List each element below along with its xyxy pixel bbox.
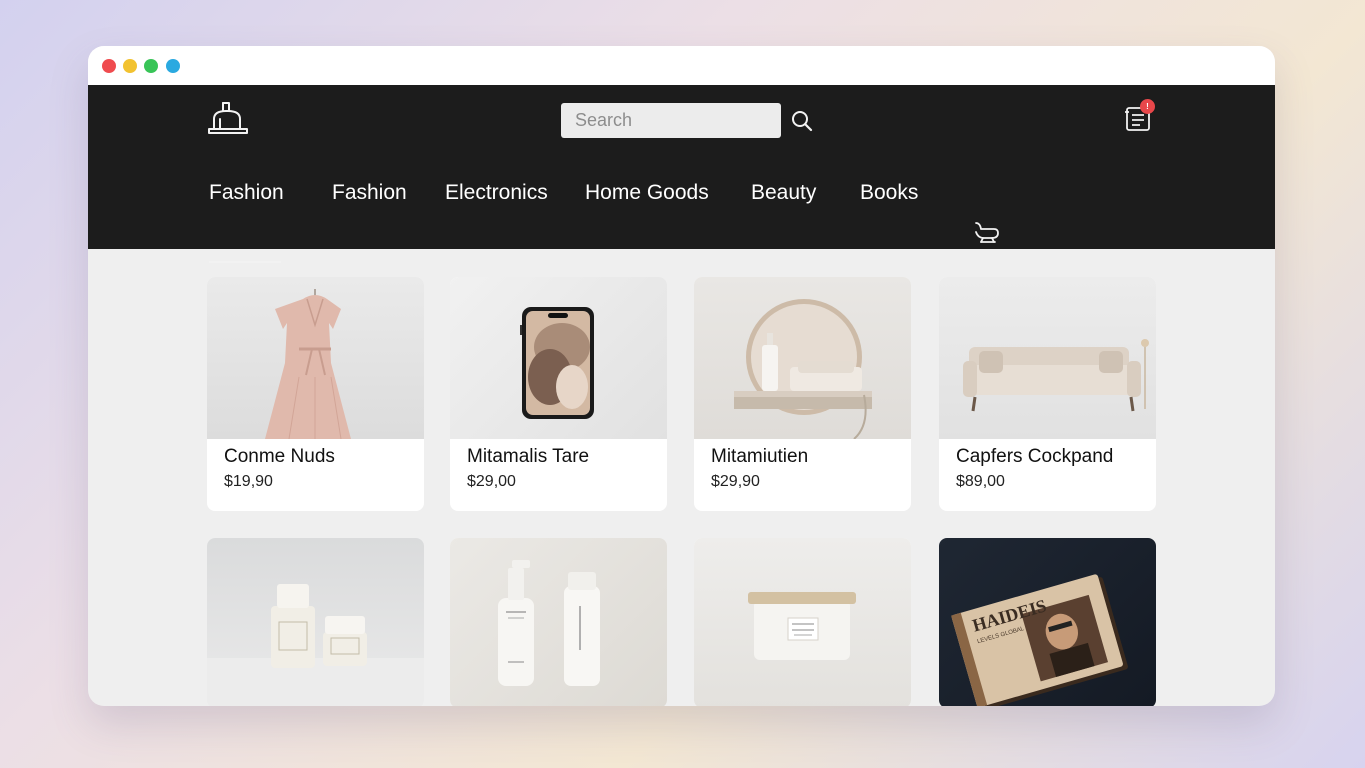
title-bar	[88, 46, 1275, 85]
product-image-bottles	[450, 538, 667, 706]
nav-tab-books[interactable]: Books	[860, 181, 918, 205]
product-price: $89,00	[956, 473, 1005, 490]
cart-badge: !	[1140, 99, 1155, 114]
browser-window: ! Fashion Fashion Electronics Home Goods…	[88, 46, 1275, 706]
site-header: ! Fashion Fashion Electronics Home Goods…	[88, 85, 1275, 263]
active-tab-indicator	[209, 261, 281, 263]
more-categories-icon[interactable]	[972, 219, 1002, 245]
product-card[interactable]	[450, 538, 667, 706]
nav-tab-beauty[interactable]: Beauty	[751, 181, 816, 205]
product-card[interactable]	[207, 538, 424, 706]
store-logo-icon[interactable]	[206, 99, 250, 139]
product-info: Conme Nuds $19,90	[207, 439, 424, 511]
nav-tab-electronics[interactable]: Electronics	[445, 181, 548, 205]
product-name: Mitamalis Tare	[467, 446, 590, 467]
nav-tab-fashion[interactable]: Fashion	[332, 181, 407, 205]
product-image-jars	[207, 538, 424, 706]
product-image-vanity	[694, 277, 911, 439]
nav-tab-fashion-active[interactable]: Fashion	[209, 181, 284, 205]
product-image-dress	[207, 277, 424, 439]
product-image-candle	[694, 538, 911, 706]
extra-window-button[interactable]	[166, 59, 180, 73]
product-card[interactable]: Capfers Cockpand $89,00	[939, 277, 1156, 511]
product-card[interactable]: Conme Nuds $19,90	[207, 277, 424, 511]
product-card[interactable]: Mitamiutien $29,90	[694, 277, 911, 511]
product-info: Capfers Cockpand $89,00	[939, 439, 1156, 511]
maximize-window-button[interactable]	[144, 59, 158, 73]
product-card[interactable]	[694, 538, 911, 706]
product-price: $29,00	[467, 473, 516, 490]
product-price: $19,90	[224, 473, 273, 490]
product-image-sofa	[939, 277, 1156, 439]
product-image-book: HAIDEIS LEVELS GLOBAL	[939, 538, 1156, 706]
nav-tab-home-goods[interactable]: Home Goods	[585, 181, 709, 205]
search-icon[interactable]	[790, 109, 814, 133]
search-input[interactable]	[561, 103, 781, 138]
product-info: Mitamiutien $29,90	[694, 439, 911, 511]
product-image-phone	[450, 277, 667, 439]
product-card[interactable]: HAIDEIS LEVELS GLOBAL	[939, 538, 1156, 706]
product-name: Capfers Cockpand	[956, 446, 1114, 467]
product-card[interactable]: Mitamalis Tare $29,00	[450, 277, 667, 511]
product-price: $29,90	[711, 473, 760, 490]
product-name: Mitamiutien	[711, 446, 809, 467]
product-name: Conme Nuds	[224, 446, 335, 467]
minimize-window-button[interactable]	[123, 59, 137, 73]
close-window-button[interactable]	[102, 59, 116, 73]
product-info: Mitamalis Tare $29,00	[450, 439, 667, 511]
